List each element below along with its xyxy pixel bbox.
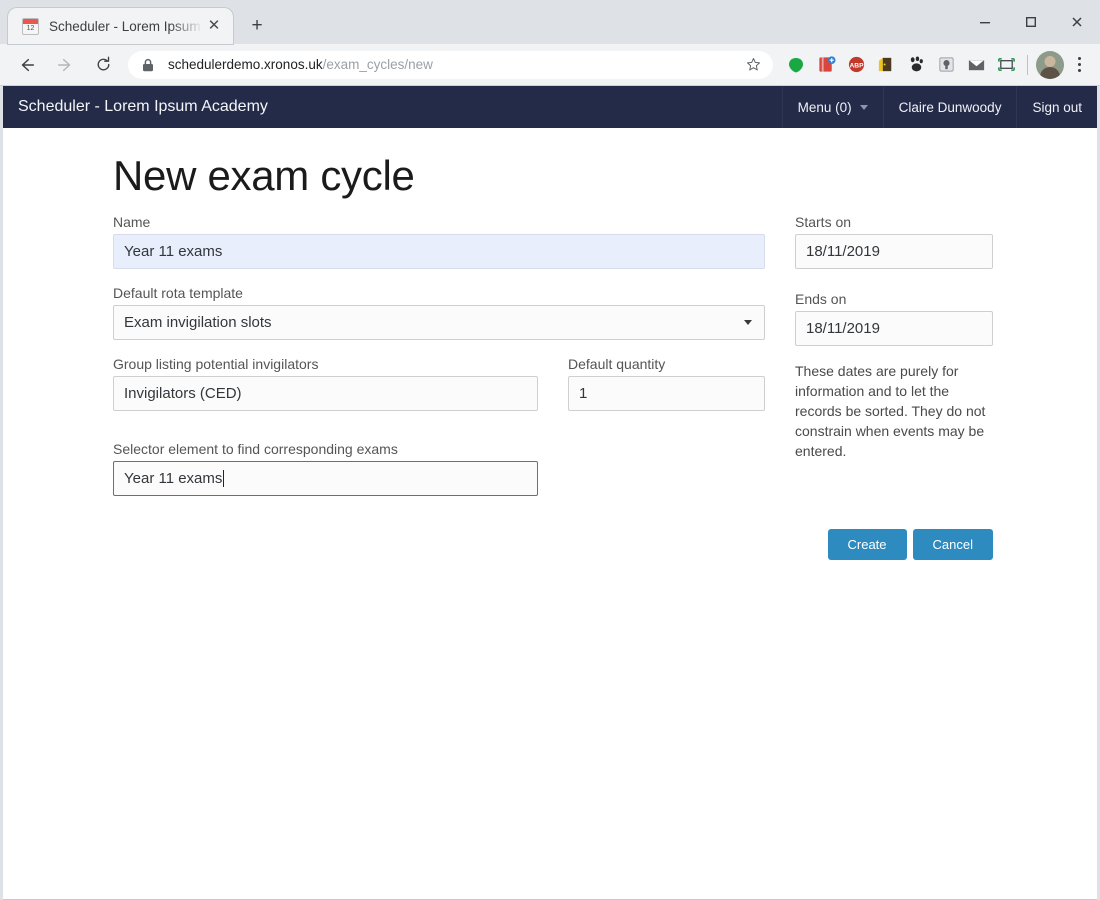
dates-help-text: These dates are purely for information a… <box>795 363 986 459</box>
field-starts-on: Starts on 18/11/2019 <box>795 214 993 269</box>
forward-icon[interactable] <box>49 49 81 81</box>
field-ends-on-label: Ends on <box>795 291 847 307</box>
create-button[interactable]: Create <box>827 529 907 561</box>
form-row-group-quantity: Group listing potential invigilators Inv… <box>113 356 765 427</box>
group-listing-value: Invigilators (CED) <box>124 385 242 402</box>
adblock-plus-icon[interactable]: ABP <box>842 51 870 79</box>
app-brand[interactable]: Scheduler - Lorem Ipsum Academy <box>3 86 782 128</box>
browser-toolbar: schedulerdemo.xronos.uk/exam_cycles/new … <box>0 44 1100 86</box>
browser-tab[interactable]: 12 Scheduler - Lorem Ipsum Academy ✕ <box>8 8 233 44</box>
nav-item-user[interactable]: Claire Dunwoody <box>882 86 1017 128</box>
field-selector-element-label: Selector element to find corresponding e… <box>113 441 398 457</box>
nav-item-sign-out[interactable]: Sign out <box>1016 86 1097 128</box>
close-icon[interactable] <box>1054 6 1100 38</box>
back-icon[interactable] <box>11 49 43 81</box>
cancel-button[interactable]: Cancel <box>912 529 993 561</box>
tab-title: Scheduler - Lorem Ipsum Academy <box>49 18 203 34</box>
url-host: schedulerdemo.xronos.uk <box>168 57 323 72</box>
bookmark-star-icon[interactable] <box>741 57 765 72</box>
new-tab-button[interactable]: + <box>242 11 272 41</box>
url-text: schedulerdemo.xronos.uk/exam_cycles/new <box>168 57 741 72</box>
field-group-listing-label: Group listing potential invigilators <box>113 356 319 372</box>
address-bar[interactable]: schedulerdemo.xronos.uk/exam_cycles/new <box>128 50 773 79</box>
chevron-down-icon <box>859 104 868 110</box>
green-dot-extension-icon[interactable] <box>782 51 810 79</box>
field-name-label: Name <box>113 214 151 230</box>
starts-on-input[interactable]: 18/11/2019 <box>795 234 993 269</box>
pocket-extension-icon[interactable] <box>812 51 840 79</box>
selector-element-value: Year 11 exams <box>124 470 223 487</box>
default-rota-template-select[interactable]: Exam invigilation slots <box>113 305 765 340</box>
honey-extension-icon[interactable] <box>872 51 900 79</box>
text-caret <box>223 470 225 487</box>
gnome-extension-icon[interactable] <box>902 51 930 79</box>
lightbulb-extension-icon[interactable] <box>932 51 960 79</box>
browser-window: 12 Scheduler - Lorem Ipsum Academy ✕ + <box>0 0 1100 900</box>
form-left-column: Name Year 11 exams Default rota template… <box>113 214 765 496</box>
field-default-quantity-label: Default quantity <box>568 356 666 372</box>
selector-element-input[interactable]: Year 11 exams <box>113 461 538 496</box>
nav-item-menu[interactable]: Menu (0) <box>781 86 883 128</box>
url-path: /exam_cycles/new <box>322 57 433 72</box>
page-viewport: Scheduler - Lorem Ipsum Academy Menu (0)… <box>3 86 1097 900</box>
default-quantity-value: 1 <box>579 385 588 402</box>
tab-strip: 12 Scheduler - Lorem Ipsum Academy ✕ + <box>0 0 1100 44</box>
starts-on-value: 18/11/2019 <box>806 243 880 260</box>
favicon-day-number: 12 <box>26 24 35 32</box>
app-header: Scheduler - Lorem Ipsum Academy Menu (0)… <box>3 86 1097 128</box>
screenshot-extension-icon[interactable] <box>992 51 1020 79</box>
name-input[interactable]: Year 11 exams <box>113 234 765 269</box>
field-starts-on-label: Starts on <box>795 214 852 230</box>
field-default-quantity: Default quantity 1 <box>568 356 765 411</box>
default-quantity-input[interactable]: 1 <box>568 376 765 411</box>
nav-item-menu-label: Menu (0) <box>797 99 852 115</box>
reload-icon[interactable] <box>87 49 119 81</box>
field-name: Name Year 11 exams <box>113 214 765 269</box>
field-default-rota-template-label: Default rota template <box>113 285 243 301</box>
tab-close-icon[interactable]: ✕ <box>203 15 225 37</box>
avatar[interactable] <box>1036 50 1064 79</box>
chrome-menu-icon[interactable] <box>1066 51 1092 79</box>
maximize-icon[interactable] <box>1008 6 1054 38</box>
svg-text:ABP: ABP <box>849 62 864 69</box>
window-controls <box>962 0 1100 44</box>
field-ends-on: Ends on 18/11/2019 <box>795 291 993 346</box>
group-listing-input[interactable]: Invigilators (CED) <box>113 376 538 411</box>
page-title: New exam cycle <box>113 152 415 199</box>
form-right-column: Starts on 18/11/2019 Ends on 18/11/2019 … <box>795 214 993 561</box>
toolbar-divider <box>1027 54 1028 75</box>
default-rota-template-value: Exam invigilation slots <box>124 314 272 331</box>
name-input-value: Year 11 exams <box>124 243 223 260</box>
calendar-favicon: 12 <box>22 17 39 35</box>
lock-icon <box>142 58 158 72</box>
form-actions: Create Cancel <box>795 529 993 561</box>
field-group-listing: Group listing potential invigilators Inv… <box>113 356 538 411</box>
field-default-rota-template: Default rota template Exam invigilation … <box>113 285 765 340</box>
exam-cycle-form: Name Year 11 exams Default rota template… <box>3 214 1097 561</box>
page-body: New exam cycle Name Year 11 exams Defaul… <box>3 152 1097 899</box>
ends-on-input[interactable]: 18/11/2019 <box>795 311 993 346</box>
ends-on-value: 18/11/2019 <box>806 320 880 337</box>
chevron-down-icon <box>744 320 752 325</box>
mail-extension-icon[interactable] <box>962 51 990 79</box>
field-selector-element: Selector element to find corresponding e… <box>113 441 538 496</box>
minimize-icon[interactable] <box>962 6 1008 38</box>
